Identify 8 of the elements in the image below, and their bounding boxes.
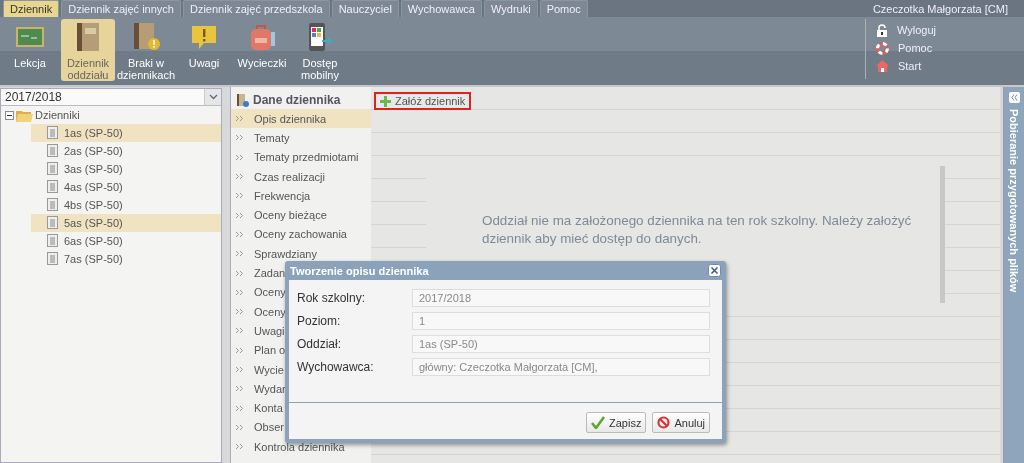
user-name: Czeczotka Małgorzata [CM] — [872, 3, 1009, 17]
panel-title: Dane dziennika — [253, 93, 341, 107]
dialog-title: Tworzenie opisu dziennika — [290, 264, 429, 277]
field-label: Wychowawca: — [297, 360, 375, 374]
info-message: Oddział nie ma założonego dziennika na ten rok szkolny. Należy założyć dziennik aby mieć dostęp do danych. — [482, 212, 913, 248]
field-label: Poziom: — [297, 314, 342, 328]
field-label: Rok szkolny: — [297, 291, 367, 305]
field-label: Oddział: — [297, 337, 343, 351]
